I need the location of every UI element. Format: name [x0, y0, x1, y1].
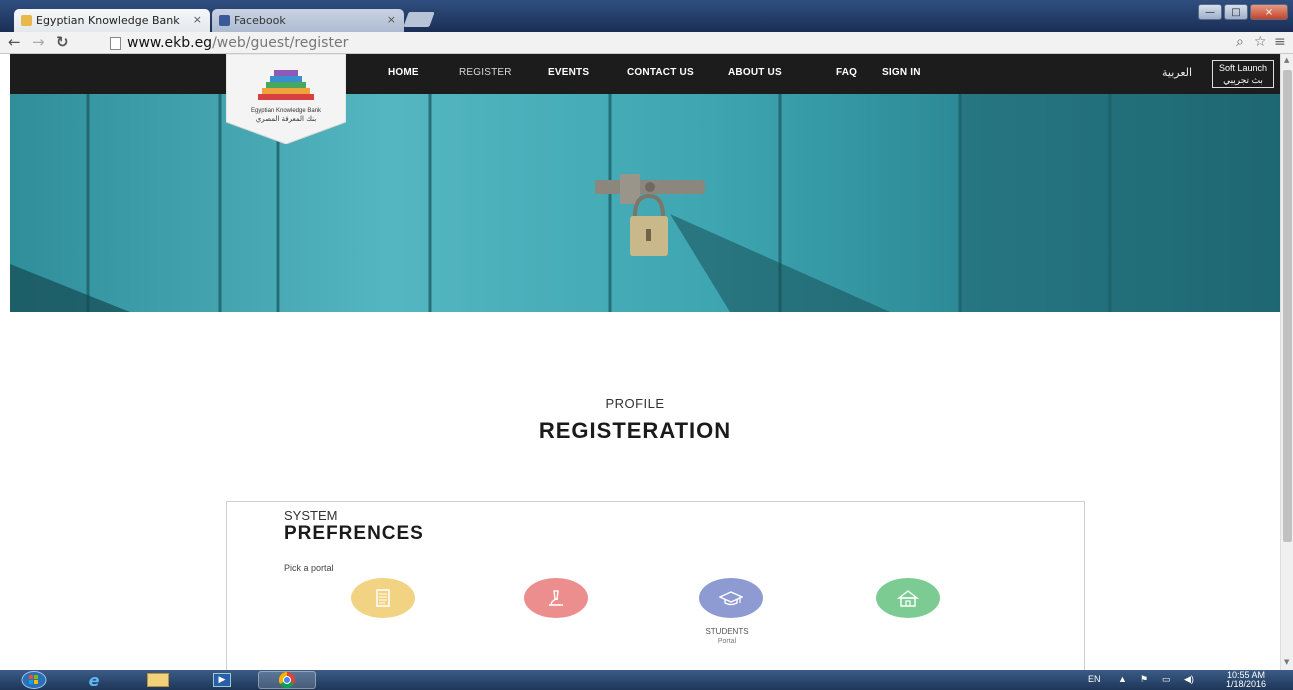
folder-icon — [147, 673, 169, 687]
windows-taskbar: e ▶ EN ▲ ⚑ ▭ ◀) 10:55 AM 1/18/2016 — [0, 670, 1293, 690]
address-bar[interactable]: www.ekb.eg /web/guest/register — [110, 33, 1280, 53]
nav-sign-in[interactable]: SIGN IN — [882, 67, 921, 78]
menu-icon[interactable]: ≡ — [1274, 34, 1286, 50]
door-illustration — [10, 94, 1280, 312]
clock-date: 1/18/2016 — [1225, 679, 1267, 689]
site-nav-bar: HOME REGISTER EVENTS CONTACT US ABOUT US… — [10, 54, 1280, 94]
document-icon — [376, 589, 390, 607]
logo-arabic-text: بنك المعرفة المصري — [255, 115, 317, 123]
hero-banner-image — [10, 94, 1280, 312]
forward-arrow-icon[interactable]: → — [32, 33, 45, 51]
url-host: www.ekb.eg — [127, 35, 213, 51]
nav-contact-us[interactable]: CONTACT US — [627, 67, 694, 78]
taskbar-internet-explorer[interactable]: e — [70, 670, 118, 690]
soft-launch-badge: Soft Launch بث تجريبي — [1212, 60, 1274, 88]
tab-facebook[interactable]: Facebook × — [212, 9, 404, 32]
students-portal-sublabel: Portal — [717, 638, 737, 645]
school-building-icon — [897, 590, 919, 607]
tab-close-icon[interactable]: × — [193, 13, 202, 26]
system-clock[interactable]: 10:55 AM 1/18/2016 — [1216, 671, 1276, 689]
language-toggle-link[interactable]: العربية — [1162, 66, 1192, 79]
logo-badge-icon — [226, 54, 346, 144]
page-title: REGISTERATION — [538, 418, 732, 443]
volume-icon[interactable]: ◀) — [1184, 674, 1194, 685]
profile-subheading: PROFILE — [605, 396, 665, 411]
scroll-thumb[interactable] — [1283, 70, 1292, 542]
chrome-icon — [278, 671, 295, 689]
network-icon[interactable]: ▭ — [1162, 674, 1171, 685]
show-hidden-icons-icon[interactable]: ▲ — [1118, 674, 1127, 684]
tab-label: Egyptian Knowledge Bank — [36, 14, 180, 27]
tab-egyptian-knowledge-bank[interactable]: Egyptian Knowledge Bank × — [14, 9, 210, 32]
logo-english-text: Egyptian Knowledge Bank — [250, 108, 322, 114]
nav-home[interactable]: HOME — [388, 67, 419, 78]
students-portal-label: STUDENTS — [705, 627, 749, 636]
microscope-icon — [549, 590, 563, 606]
page-icon — [110, 36, 121, 50]
bookmark-star-icon[interactable]: ☆ — [1254, 34, 1267, 50]
browser-tab-strip: Egyptian Knowledge Bank × Facebook × — □… — [0, 0, 1293, 32]
pick-portal-prompt: Pick a portal — [284, 563, 334, 573]
graduation-cap-icon — [719, 591, 743, 606]
internet-explorer-icon: e — [88, 670, 100, 690]
soft-launch-en: Soft Launch — [1218, 63, 1268, 73]
zoom-icon[interactable]: ⌕ — [1236, 34, 1244, 50]
card-title: PREFRENCES — [284, 523, 424, 544]
browser-toolbar: ← → ↻ www.ekb.eg /web/guest/register ⌕ ☆… — [0, 32, 1293, 54]
tab-label: Facebook — [234, 14, 286, 27]
url-path: /web/guest/register — [212, 35, 349, 51]
nav-about-us[interactable]: ABOUT US — [728, 67, 782, 78]
tab-close-icon[interactable]: × — [387, 13, 396, 26]
start-button[interactable] — [12, 671, 56, 689]
new-tab-button[interactable] — [403, 12, 435, 27]
scroll-down-arrow-icon[interactable]: ▼ — [1284, 658, 1289, 666]
portal-option-research[interactable] — [524, 578, 588, 618]
nav-events[interactable]: EVENTS — [548, 67, 589, 78]
nav-register[interactable]: REGISTER — [459, 67, 512, 78]
screen: Egyptian Knowledge Bank × Facebook × — □… — [0, 0, 1293, 690]
back-arrow-icon[interactable]: ← — [8, 33, 21, 51]
portal-option-library[interactable] — [351, 578, 415, 618]
windows-logo-icon — [21, 671, 47, 689]
window-minimize-button[interactable]: — — [1198, 4, 1222, 20]
window-maximize-button[interactable]: □ — [1224, 4, 1248, 20]
portal-option-schools[interactable] — [876, 578, 940, 618]
taskbar-file-explorer[interactable] — [134, 671, 182, 689]
facebook-favicon-icon — [219, 15, 230, 26]
nav-faq[interactable]: FAQ — [836, 67, 857, 78]
media-player-icon: ▶ — [213, 673, 231, 687]
ekb-favicon-icon — [21, 15, 32, 26]
portal-option-students[interactable] — [699, 578, 763, 618]
taskbar-media-player[interactable]: ▶ — [198, 671, 246, 689]
scroll-up-arrow-icon[interactable]: ▲ — [1284, 56, 1289, 64]
taskbar-chrome[interactable] — [258, 671, 316, 689]
reload-icon[interactable]: ↻ — [56, 33, 69, 51]
system-preferences-card: SYSTEM PREFRENCES Pick a portal STUDENTS… — [226, 501, 1085, 671]
page-scrollbar[interactable]: ▲ ▼ — [1280, 54, 1293, 670]
card-subheading: SYSTEM — [284, 508, 338, 523]
soft-launch-ar: بث تجريبي — [1223, 75, 1263, 85]
action-center-flag-icon[interactable]: ⚑ — [1140, 674, 1148, 685]
input-language-indicator[interactable]: EN — [1088, 674, 1101, 684]
window-close-button[interactable]: × — [1250, 4, 1288, 20]
ekb-logo[interactable]: Egyptian Knowledge Bank بنك المعرفة المص… — [226, 54, 346, 144]
